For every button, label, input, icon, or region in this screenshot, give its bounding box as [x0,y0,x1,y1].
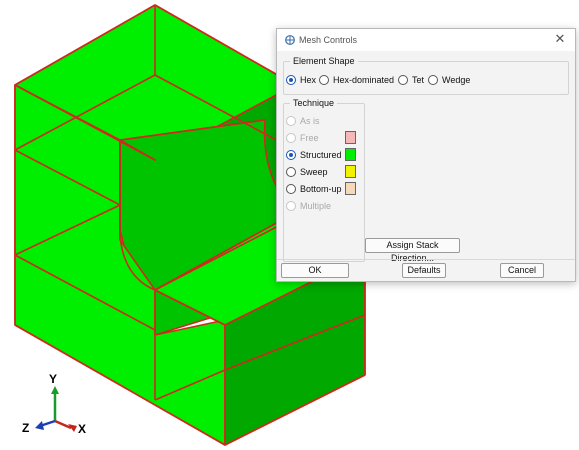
dialog-title: Mesh Controls [299,35,358,45]
technique-option-structured[interactable]: Structured [286,148,342,161]
shape-label-wedge: Wedge [442,74,471,85]
mesh-controls-dialog: Mesh Controls ✕ Element Shape Hex Hex-do… [276,28,576,282]
radio-tet[interactable] [398,74,408,85]
technique-legend: Technique [293,98,335,108]
structured-color-swatch [345,148,356,161]
shape-label-hex: Hex [300,74,317,85]
y-axis-label: Y [49,372,57,386]
mesh-app-icon [285,35,295,45]
technique-option-bottom-up[interactable]: Bottom-up [286,182,342,195]
bottom-up-color-swatch [345,182,356,195]
technique-option-multiple: Multiple [286,199,331,212]
shape-option-tet[interactable]: Tet [398,73,424,86]
element-shape-legend: Element Shape [293,56,355,66]
radio-structured[interactable] [286,149,296,160]
x-axis-label: X [78,422,86,436]
radio-hex[interactable] [286,74,296,85]
shape-label-tet: Tet [412,74,425,85]
ok-button[interactable]: OK [281,263,349,278]
technique-option-as-is: As is [286,114,320,127]
shape-option-hex[interactable]: Hex [286,73,316,86]
radio-bottom-up[interactable] [286,183,296,194]
radio-sweep[interactable] [286,166,296,177]
technique-label-structured: Structured [300,149,342,160]
technique-option-sweep[interactable]: Sweep [286,165,328,178]
technique-label-free: Free [300,132,319,143]
shape-option-wedge[interactable]: Wedge [428,73,470,86]
assign-stack-direction-button[interactable]: Assign Stack Direction... [365,238,460,263]
technique-label-multiple: Multiple [300,200,332,211]
technique-label-sweep: Sweep [300,166,328,177]
close-button[interactable]: ✕ [553,32,567,46]
radio-hex-dominated[interactable] [319,74,329,85]
radio-as-is [286,115,296,126]
sweep-color-swatch [345,165,356,178]
z-axis-label: Z [22,421,29,435]
free-color-swatch [345,131,356,144]
radio-free [286,132,296,143]
radio-multiple [286,200,296,211]
radio-wedge[interactable] [428,74,438,85]
defaults-button[interactable]: Defaults [402,263,446,278]
shape-option-hex-dominated[interactable]: Hex-dominated [319,73,394,86]
technique-label-as-is: As is [300,115,320,126]
dialog-titlebar[interactable]: Mesh Controls ✕ [277,29,575,51]
technique-option-free: Free [286,131,319,144]
button-bar-separator [277,259,575,260]
cancel-button[interactable]: Cancel [500,263,544,278]
technique-label-bottom-up: Bottom-up [300,183,342,194]
close-icon: ✕ [554,31,566,46]
shape-label-hex-dominated: Hex-dominated [333,74,395,85]
